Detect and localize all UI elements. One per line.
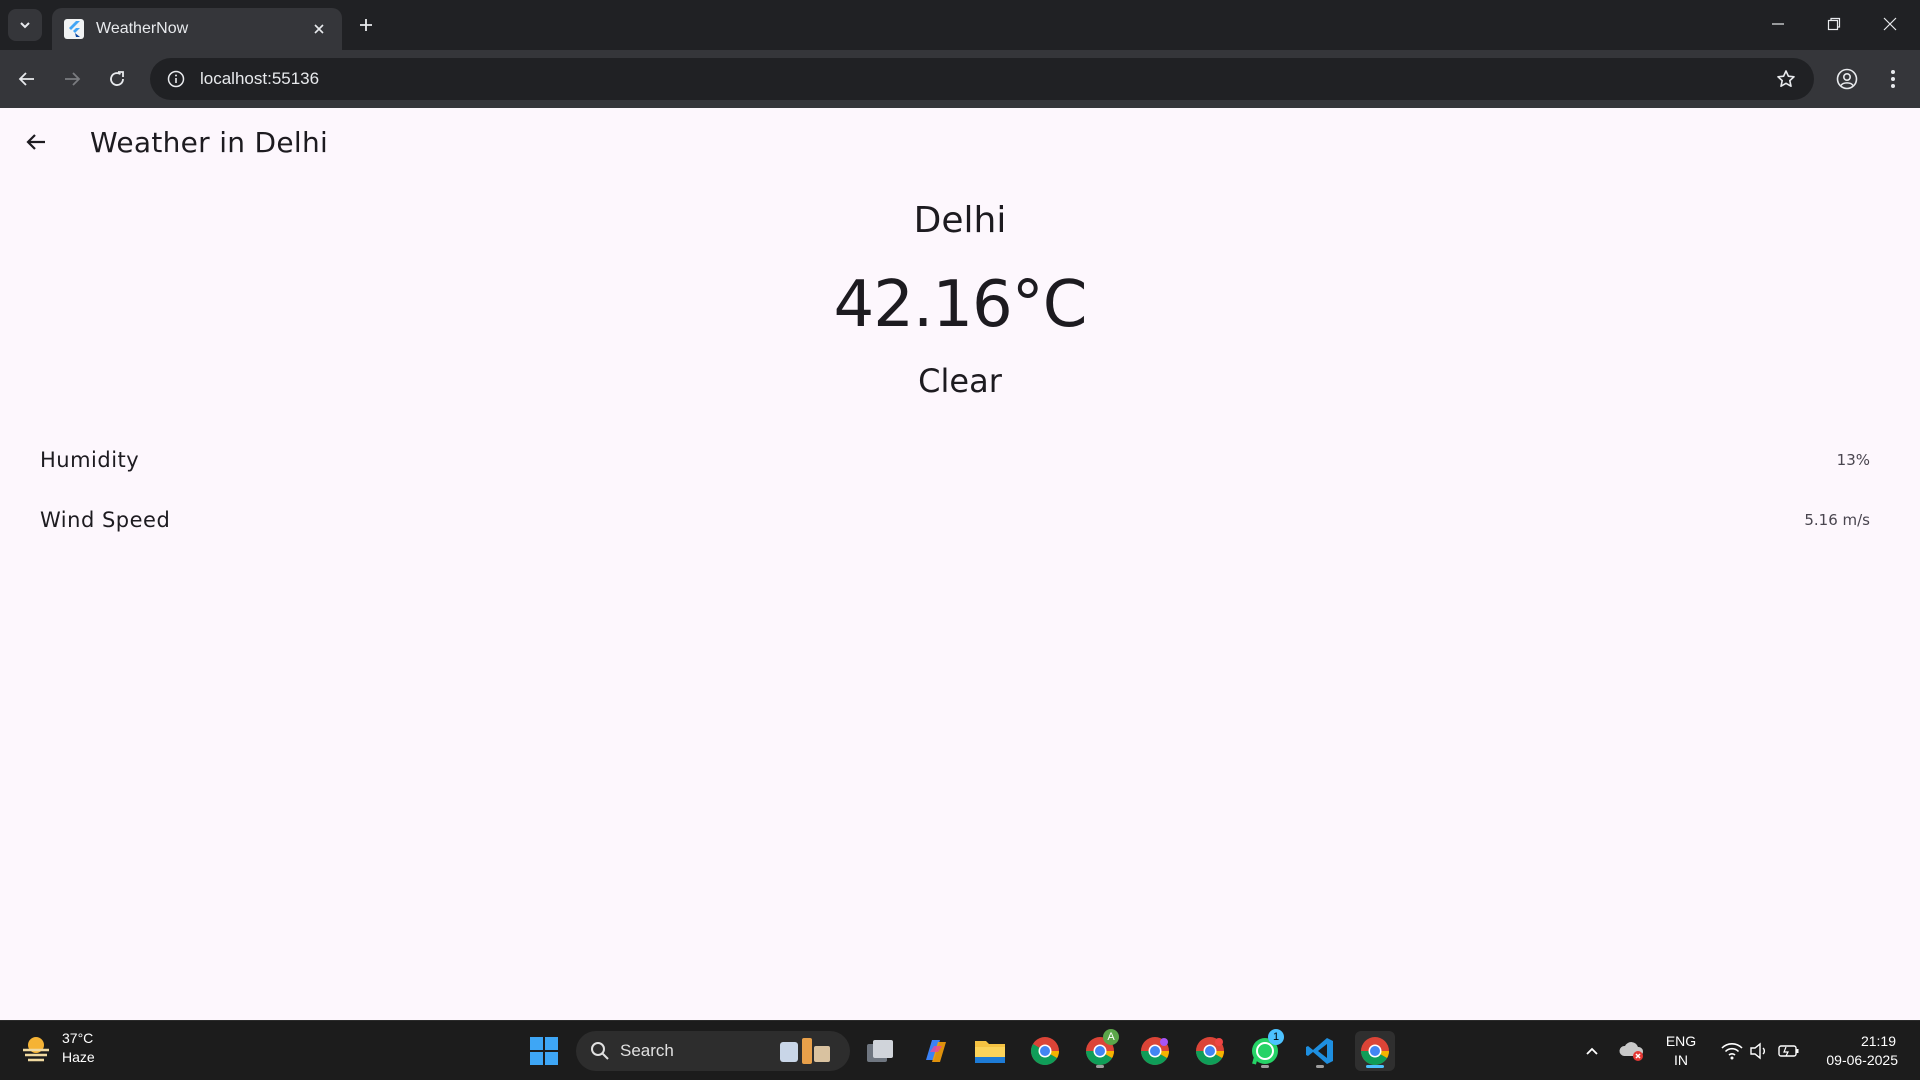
active-indicator xyxy=(1366,1065,1384,1068)
task-view-icon xyxy=(867,1040,893,1062)
vscode-app[interactable] xyxy=(1300,1031,1340,1071)
arrow-right-icon xyxy=(65,72,81,86)
chrome-icon xyxy=(1031,1037,1059,1065)
more-vertical-icon xyxy=(1891,70,1895,88)
cloud-error-icon xyxy=(1619,1042,1644,1061)
tab-search-button[interactable] xyxy=(8,9,42,41)
temperature-value: 42.16°C xyxy=(833,268,1088,342)
close-icon xyxy=(314,24,324,34)
haze-sun-icon xyxy=(23,1037,49,1062)
chrome-app-active[interactable] xyxy=(1355,1031,1395,1071)
detail-value: 13% xyxy=(1836,451,1870,469)
copilot-app[interactable] xyxy=(915,1031,955,1071)
app-bar: Weather in Delhi xyxy=(0,108,1920,180)
flutter-icon xyxy=(64,19,84,39)
forward-button[interactable] xyxy=(55,62,89,96)
plus-icon xyxy=(360,19,372,31)
copilot-icon xyxy=(926,1040,946,1062)
close-icon xyxy=(1883,17,1897,31)
chrome-app-1[interactable] xyxy=(1025,1031,1065,1071)
minimize-icon xyxy=(1772,23,1784,25)
show-hidden-icons-button[interactable] xyxy=(1572,1031,1612,1071)
minimize-button[interactable] xyxy=(1750,0,1806,48)
url-text[interactable]: localhost:55136 xyxy=(200,69,1772,89)
quick-settings-button[interactable] xyxy=(1706,1031,1816,1071)
new-tab-button[interactable] xyxy=(352,11,380,39)
battery-icon xyxy=(1778,1045,1799,1057)
chrome-app-2[interactable]: A xyxy=(1080,1029,1120,1071)
clock-date: 09-06-2025 xyxy=(1826,1052,1898,1068)
bookmark-star-icon[interactable] xyxy=(1772,65,1800,93)
reload-icon xyxy=(110,71,124,86)
browser-tab-strip: WeatherNow xyxy=(0,0,1920,50)
close-tab-button[interactable] xyxy=(308,18,330,40)
notification-badge: 1 xyxy=(1268,1029,1284,1045)
search-label: Search xyxy=(620,1041,674,1060)
close-window-button[interactable] xyxy=(1862,0,1918,48)
wifi-icon xyxy=(1721,1043,1743,1060)
city-name: Delhi xyxy=(913,200,1007,241)
detail-label: Humidity xyxy=(40,448,140,472)
chrome-app-3[interactable] xyxy=(1135,1031,1175,1071)
browser-tab-weathernow[interactable]: WeatherNow xyxy=(52,8,342,50)
detail-value: 5.16 m/s xyxy=(1804,511,1870,529)
profile-badge: A xyxy=(1103,1029,1119,1045)
chevron-up-icon xyxy=(1586,1047,1598,1055)
chrome-app-4[interactable] xyxy=(1190,1031,1230,1071)
chevron-down-icon xyxy=(20,22,30,29)
chrome-icon xyxy=(1196,1037,1224,1065)
region-code: IN xyxy=(1674,1052,1688,1068)
language-indicator[interactable]: ENG IN xyxy=(1656,1032,1706,1070)
tab-title: WeatherNow xyxy=(96,20,189,37)
vscode-icon xyxy=(1306,1038,1333,1064)
browser-menu-button[interactable] xyxy=(1876,62,1910,96)
clock-time: 21:19 xyxy=(1860,1033,1896,1049)
weather-desc: Haze xyxy=(62,1049,95,1065)
taskbar-search[interactable]: Search xyxy=(576,1031,850,1071)
running-indicator xyxy=(1261,1065,1269,1068)
weather-widget[interactable]: 37°C Haze xyxy=(20,1029,95,1067)
language-code: ENG xyxy=(1665,1033,1697,1049)
back-button[interactable] xyxy=(10,62,44,96)
profile-button[interactable] xyxy=(1830,62,1864,96)
site-info-icon[interactable] xyxy=(164,67,188,91)
restore-button[interactable] xyxy=(1806,0,1862,48)
weather-condition: Clear xyxy=(918,362,1002,400)
windows-logo-icon xyxy=(530,1037,558,1065)
detail-row-wind-speed: Wind Speed 5.16 m/s xyxy=(40,498,1870,542)
task-view-button[interactable] xyxy=(860,1031,900,1071)
whatsapp-app[interactable]: 1 xyxy=(1245,1029,1285,1071)
reload-button[interactable] xyxy=(100,62,134,96)
page-title: Weather in Delhi xyxy=(90,126,329,159)
search-icon xyxy=(591,1042,609,1060)
arrow-left-icon xyxy=(18,72,34,86)
running-indicator xyxy=(1096,1065,1104,1068)
search-highlight-icon xyxy=(780,1038,830,1064)
chrome-icon xyxy=(1141,1037,1169,1065)
app-back-button[interactable] xyxy=(16,122,56,162)
running-indicator xyxy=(1316,1065,1324,1068)
clock[interactable]: 21:19 09-06-2025 xyxy=(1812,1032,1910,1070)
detail-label: Wind Speed xyxy=(40,508,171,532)
detail-row-humidity: Humidity 13% xyxy=(40,438,1870,482)
account-circle-icon xyxy=(1836,68,1858,90)
volume-icon xyxy=(1750,1042,1765,1060)
onedrive-status[interactable] xyxy=(1612,1031,1652,1071)
chrome-icon xyxy=(1361,1037,1389,1065)
start-button[interactable] xyxy=(524,1031,564,1071)
folder-icon xyxy=(975,1041,1005,1063)
browser-toolbar: localhost:55136 xyxy=(0,50,1920,108)
weather-temp: 37°C xyxy=(62,1030,94,1046)
taskbar: 37°C Haze Search A 1 ENG IN 21:19 09-06-… xyxy=(0,1020,1920,1080)
file-explorer-app[interactable] xyxy=(970,1031,1010,1071)
arrow-left-icon xyxy=(26,134,45,150)
restore-icon xyxy=(1827,17,1841,31)
address-bar[interactable]: localhost:55136 xyxy=(150,58,1814,100)
